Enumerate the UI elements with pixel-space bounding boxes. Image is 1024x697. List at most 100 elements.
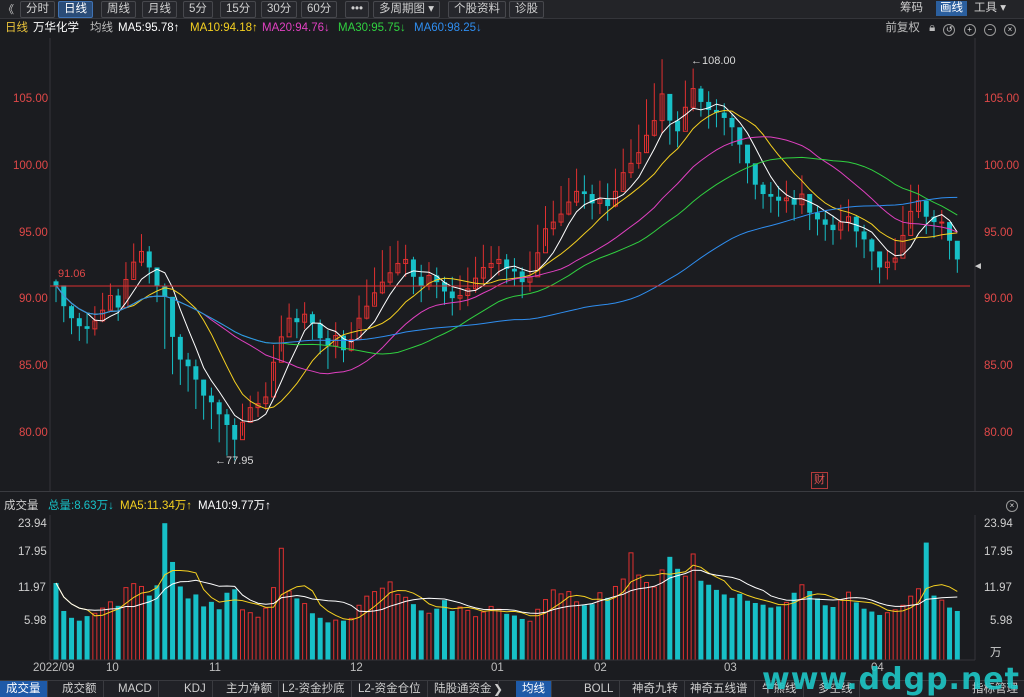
candle-body-down [76, 318, 82, 327]
undo-icon[interactable]: ↺ [943, 24, 956, 36]
ma20-line [55, 136, 958, 375]
period-tab[interactable]: 月线 [142, 1, 177, 18]
candle-body-up [799, 193, 805, 206]
candle-body-up [379, 281, 385, 294]
candle-body-up [636, 152, 642, 164]
overlay-tab[interactable]: 神奇五线谱 [684, 681, 755, 697]
overlay-tab[interactable]: 均线 [516, 681, 552, 697]
price-tick-right: 95.00 [984, 227, 1013, 239]
indicator-tab[interactable]: KDJ [178, 681, 213, 697]
indicator-tab[interactable]: L2-资金抄底 [276, 681, 352, 697]
back-icon[interactable]: 《 [3, 1, 14, 17]
indicator-tab[interactable]: 主力净额 [220, 681, 279, 697]
volume-bar-down [53, 583, 59, 660]
volume-ma-lines [55, 564, 958, 621]
zoom-in-icon[interactable]: + [963, 24, 976, 36]
period-tab[interactable]: 15分 [220, 1, 257, 18]
volume-bar-down [434, 608, 440, 660]
volume-close-icon[interactable]: × [1006, 500, 1018, 512]
volume-bar-up [543, 599, 549, 661]
volume-bar-up [838, 599, 844, 661]
overlay-tab[interactable]: 神奇九转 [626, 681, 685, 697]
volume-unit: 万 [990, 647, 1002, 659]
ma10-value: MA10:94.18↑ [190, 22, 258, 34]
candle-body-up [100, 309, 106, 322]
candle-body-up [690, 88, 696, 108]
candle-body-up [550, 221, 556, 230]
candle-body-up [333, 335, 339, 347]
candle-body-down [434, 275, 440, 283]
volume-bar-up [356, 604, 362, 661]
ma30-line [55, 156, 958, 355]
volume-bar-down [449, 610, 455, 660]
candle-body-up [644, 134, 650, 154]
volume-bar-down [861, 608, 867, 660]
volume-bar-down [511, 615, 517, 660]
volume-bars [53, 523, 960, 661]
candle-body-up [387, 272, 393, 283]
candle-body-down [947, 222, 953, 241]
volume-bar-down [706, 584, 712, 660]
ma-label[interactable]: 均线 [90, 19, 113, 37]
adjust-dropdown[interactable]: 前复权 [885, 22, 920, 34]
period-tab[interactable]: ••• [345, 1, 370, 18]
volume-bar-down [814, 598, 820, 660]
financial-report-badge[interactable]: 财 [811, 472, 828, 489]
period-tab[interactable]: 周线 [101, 1, 136, 18]
chip-distribution-button[interactable]: 筹码 [900, 1, 923, 16]
lock-icon[interactable]: 🔒︎ [929, 22, 935, 34]
ref-price-label: 91.06 [58, 268, 86, 280]
indicator-tab[interactable]: 陆股通资金 [428, 681, 499, 697]
indicator-tab[interactable]: 成交额 [56, 681, 104, 697]
volume-bar-up [372, 591, 378, 661]
candle-body-down [115, 295, 121, 308]
volume-bar-up [527, 620, 533, 661]
candle-body-down [317, 323, 323, 339]
period-tab[interactable]: 日线 [58, 1, 93, 18]
indicator-tab[interactable]: L2-资金仓位 [352, 681, 428, 697]
candle-body-down [931, 216, 937, 223]
candle-body-down [776, 196, 782, 201]
period-tab[interactable]: 分时 [20, 1, 55, 18]
volume-bar-down [822, 605, 828, 660]
volume-bar-up [239, 609, 245, 661]
volume-bar-down [675, 568, 681, 660]
tools-menu[interactable]: 工具 ▾ [974, 1, 1006, 16]
candle-body-up [892, 257, 898, 263]
candle-body-down [224, 414, 230, 425]
candle-body-up [846, 216, 852, 223]
period-tab[interactable]: 5分 [183, 1, 213, 18]
kline-chart[interactable] [0, 0, 1024, 696]
overlay-tab[interactable]: BOLL [578, 681, 621, 697]
volume-bar-down [589, 604, 595, 660]
volume-bar-up [900, 604, 906, 661]
indicator-tab[interactable]: 成交量 [0, 681, 48, 697]
period-tab[interactable]: 60分 [301, 1, 338, 18]
period-tab[interactable]: 诊股 [509, 1, 544, 18]
close-icon[interactable]: × [1004, 24, 1016, 36]
volume-bar-down [698, 580, 704, 660]
volume-tick-right: 11.97 [984, 582, 1012, 594]
volume-bar-down [667, 556, 673, 660]
candle-body-up [131, 261, 137, 280]
volume-bar-up [574, 601, 580, 661]
price-tick-left: 85.00 [19, 360, 48, 372]
price-tick-right: 90.00 [984, 293, 1013, 305]
zoom-out-icon[interactable]: − [983, 24, 996, 36]
period-tab[interactable]: 多周期图 ▾ [373, 1, 440, 18]
volume-bar-down [923, 542, 929, 660]
candle-body-down [745, 144, 751, 164]
candle-body-up [597, 198, 603, 204]
ma5-line [55, 103, 958, 423]
volume-bar-down [721, 594, 727, 660]
drawing-button[interactable]: 画线 [936, 1, 967, 16]
ma20-value: MA20:94.76↓ [262, 22, 330, 34]
volume-bar-up [644, 581, 650, 661]
indicator-tab[interactable]: MACD [112, 681, 159, 697]
candle-body-down [667, 93, 673, 121]
tabs-scroll-right-icon[interactable]: ❯ [493, 681, 503, 697]
period-tab[interactable]: 30分 [261, 1, 298, 18]
volume-bar-down [713, 589, 719, 660]
candle-body-down [185, 359, 191, 367]
period-tab[interactable]: 个股资料 [448, 1, 506, 18]
